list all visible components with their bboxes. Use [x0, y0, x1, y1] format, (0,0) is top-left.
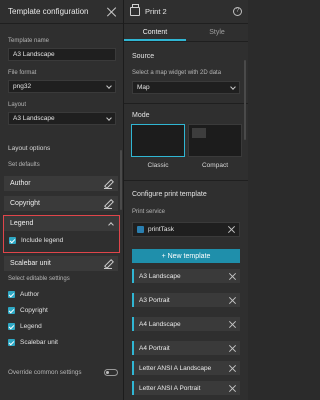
- right-panel-title: Print 2: [145, 7, 167, 16]
- print-service-field[interactable]: printTask: [132, 222, 240, 237]
- editable-legend-label: Legend: [20, 323, 42, 330]
- map-widget-select[interactable]: Map: [132, 81, 240, 94]
- template-label: Letter ANSI A Portrait: [139, 384, 201, 392]
- compact-preview-icon: [192, 128, 206, 138]
- copyright-checkbox[interactable]: [8, 307, 15, 314]
- chevron-down-icon: [106, 114, 112, 121]
- close-icon[interactable]: [107, 7, 117, 17]
- print-settings-panel: Print 2 ? Content Style Source Select a …: [124, 0, 248, 400]
- default-legend[interactable]: Legend: [4, 216, 119, 231]
- editable-author[interactable]: Author: [8, 291, 39, 298]
- default-copyright-label: Copyright: [10, 200, 40, 207]
- delete-template-icon[interactable]: [229, 273, 236, 280]
- template-row[interactable]: A3 Portrait: [132, 293, 240, 307]
- source-hint: Select a map widget with 2D data: [132, 70, 222, 76]
- editable-copyright[interactable]: Copyright: [8, 307, 48, 314]
- tab-content[interactable]: Content: [124, 24, 186, 41]
- template-row[interactable]: Letter ANSI A Portrait: [132, 381, 240, 395]
- new-template-button[interactable]: + New template: [132, 249, 240, 263]
- default-author-label: Author: [10, 180, 31, 187]
- right-panel-header: Print 2 ?: [124, 0, 248, 24]
- editable-settings-label: Select editable settings: [8, 276, 70, 282]
- legend-highlight-box: Legend Include legend: [3, 215, 120, 253]
- layout-options-title: Layout options: [8, 145, 51, 152]
- override-toggle[interactable]: [104, 369, 118, 376]
- delete-template-icon[interactable]: [229, 365, 236, 372]
- template-row[interactable]: A4 Portrait: [132, 341, 240, 355]
- configure-title: Configure print template: [132, 191, 207, 198]
- delete-template-icon[interactable]: [229, 297, 236, 304]
- default-copyright[interactable]: Copyright: [4, 196, 118, 211]
- file-format-label: File format: [8, 70, 37, 76]
- template-row[interactable]: A3 Landscape: [132, 269, 240, 283]
- source-title: Source: [132, 53, 155, 60]
- template-row[interactable]: Letter ANSI A Landscape: [132, 361, 240, 375]
- legend-checkbox[interactable]: [8, 323, 15, 330]
- edit-icon[interactable]: [104, 180, 112, 189]
- mode-classic-label: Classic: [147, 162, 169, 169]
- mode-classic-thumbnail[interactable]: [131, 124, 185, 157]
- include-legend-label: Include legend: [21, 237, 64, 244]
- template-label: Letter ANSI A Landscape: [139, 364, 212, 372]
- divider: [124, 180, 248, 181]
- scalebar-unit-checkbox[interactable]: [8, 339, 15, 346]
- left-panel-title: Template configuration: [8, 7, 89, 16]
- include-legend-checkbox[interactable]: [9, 237, 16, 244]
- layout-select[interactable]: A3 Landscape: [8, 112, 116, 125]
- printer-icon: [130, 4, 140, 16]
- chevron-up-icon[interactable]: [108, 221, 114, 228]
- file-format-value: png32: [13, 83, 32, 90]
- include-legend-row[interactable]: Include legend: [4, 231, 119, 244]
- author-checkbox[interactable]: [8, 291, 15, 298]
- editable-scalebar-unit[interactable]: Scalebar unit: [8, 339, 58, 346]
- help-icon[interactable]: ?: [233, 7, 242, 16]
- left-panel-header: Template configuration: [0, 0, 123, 24]
- override-label: Override common settings: [8, 369, 82, 376]
- edit-icon[interactable]: [104, 260, 112, 269]
- template-name-label: Template name: [8, 38, 50, 44]
- default-scalebar-unit-label: Scalebar unit: [10, 260, 51, 267]
- chevron-down-icon: [106, 82, 112, 89]
- chevron-down-icon: [230, 83, 236, 90]
- set-defaults-label: Set defaults: [8, 162, 40, 168]
- mode-compact-thumbnail[interactable]: [188, 124, 242, 157]
- print-service-value: printTask: [148, 226, 175, 233]
- default-legend-label: Legend: [10, 220, 34, 227]
- delete-template-icon[interactable]: [229, 385, 236, 392]
- template-label: A3 Landscape: [139, 272, 181, 280]
- file-format-select[interactable]: png32: [8, 80, 116, 93]
- new-template-label: + New template: [161, 252, 211, 260]
- editable-scalebar-unit-label: Scalebar unit: [20, 339, 58, 346]
- editable-copyright-label: Copyright: [20, 307, 48, 314]
- mode-compact-label: Compact: [201, 162, 228, 169]
- editable-author-label: Author: [20, 291, 40, 298]
- map-widget-value: Map: [137, 84, 150, 91]
- right-scrollbar[interactable]: [244, 60, 246, 140]
- override-row: Override common settings: [8, 369, 118, 376]
- print-service-label: Print service: [132, 209, 166, 215]
- remove-service-icon[interactable]: [228, 226, 235, 233]
- edit-icon[interactable]: [104, 200, 112, 209]
- service-icon: [137, 226, 144, 233]
- template-label: A3 Portrait: [139, 296, 170, 304]
- template-row[interactable]: A4 Landscape: [132, 317, 240, 331]
- editable-legend[interactable]: Legend: [8, 323, 42, 330]
- left-scrollbar[interactable]: [120, 150, 122, 210]
- tab-bar: Content Style: [124, 24, 248, 42]
- template-label: A4 Landscape: [139, 320, 181, 328]
- delete-template-icon[interactable]: [229, 345, 236, 352]
- layout-value: A3 Landscape: [13, 115, 55, 122]
- default-scalebar-unit[interactable]: Scalebar unit: [4, 256, 118, 271]
- template-configuration-panel: Template configuration Template name A3 …: [0, 0, 124, 400]
- print-service-chip: printTask: [137, 226, 174, 233]
- template-name-value: A3 Landscape: [13, 51, 55, 58]
- layout-label: Layout: [8, 102, 27, 108]
- tab-style[interactable]: Style: [186, 24, 248, 41]
- template-label: A4 Portrait: [139, 344, 170, 352]
- template-name-input[interactable]: A3 Landscape: [8, 48, 116, 61]
- mode-title: Mode: [132, 112, 150, 119]
- divider: [124, 103, 248, 104]
- delete-template-icon[interactable]: [229, 321, 236, 328]
- default-author[interactable]: Author: [4, 176, 118, 191]
